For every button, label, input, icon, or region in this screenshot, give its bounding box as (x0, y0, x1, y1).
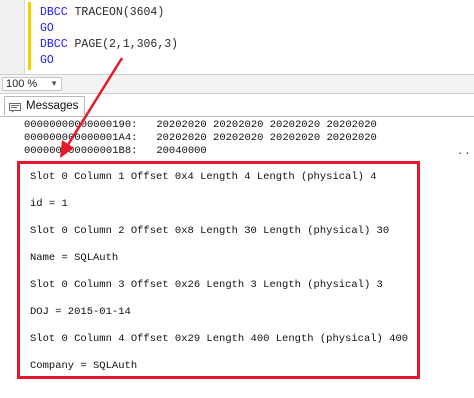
zoom-value: 100 % (6, 78, 38, 90)
ssms-window: DBCC TRACEON(3604) GO DBCC PAGE(2,1,306,… (0, 0, 474, 398)
code-text: PAGE(2,1,306,3) (67, 38, 179, 51)
code-text: TRACEON(3604) (67, 6, 165, 19)
code-line[interactable]: GO (40, 53, 54, 69)
tab-label: Messages (26, 100, 79, 112)
messages-icon (9, 101, 21, 113)
more-indicator: ... (457, 146, 474, 158)
zoom-dropdown[interactable]: 100 % ▼ (2, 77, 62, 91)
code-line[interactable]: DBCC PAGE(2,1,306,3) (40, 37, 178, 53)
code-keyword: DBCC (40, 6, 68, 19)
annotation-highlight-box (17, 161, 420, 379)
hex-dump-line: 00000000000000190: 20202020 20202020 202… (24, 119, 377, 131)
code-keyword: GO (40, 22, 54, 35)
code-line[interactable]: GO (40, 21, 54, 37)
hex-dump-line: 000000000000001B8: 20040000 (24, 145, 207, 157)
hex-dump-line: 000000000000001A4: 20202020 20202020 202… (24, 132, 377, 144)
code-keyword: GO (40, 54, 54, 67)
code-keyword: DBCC (40, 38, 68, 51)
results-tabbar: Messages (0, 94, 474, 116)
tab-messages[interactable]: Messages (4, 96, 86, 115)
editor-gutter (0, 0, 25, 74)
chevron-down-icon[interactable]: ▼ (50, 78, 58, 90)
change-indicator-bar (28, 2, 31, 70)
code-line[interactable]: DBCC TRACEON(3604) (40, 5, 164, 21)
zoom-bar: 100 % ▼ (0, 74, 474, 94)
query-editor[interactable]: DBCC TRACEON(3604) GO DBCC PAGE(2,1,306,… (0, 0, 474, 74)
